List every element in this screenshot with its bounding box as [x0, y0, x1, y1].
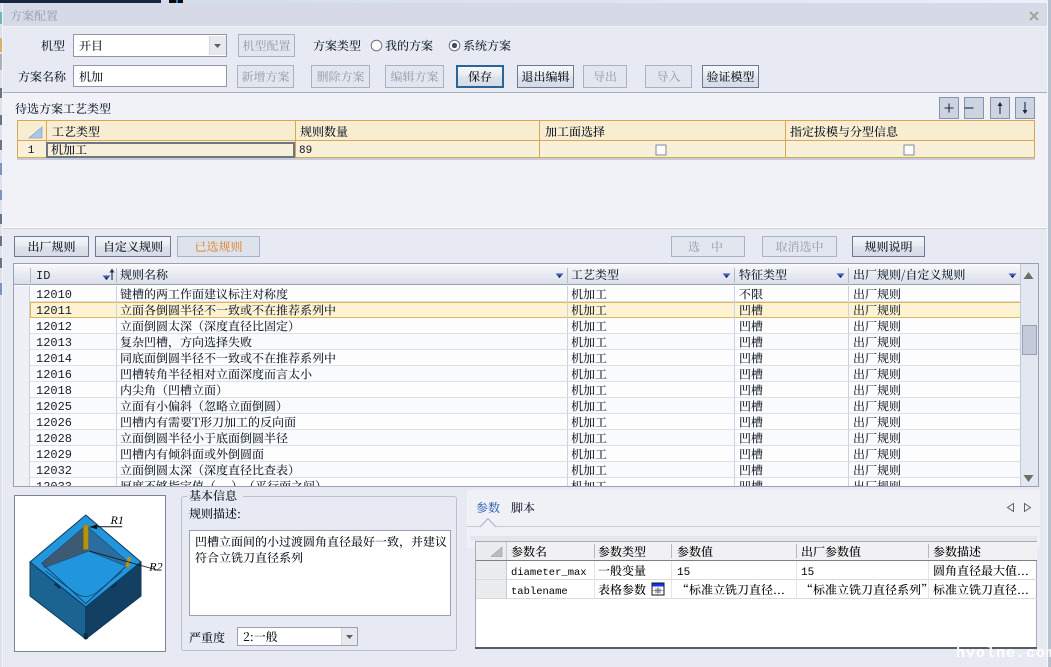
svg-text:12012: 12012 [36, 320, 72, 334]
svg-text:15: 15 [801, 567, 814, 579]
svg-text:12014: 12014 [36, 352, 72, 366]
svg-text:1: 1 [28, 145, 35, 157]
svg-text:89: 89 [299, 145, 312, 157]
svg-text:tablename: tablename [511, 586, 568, 598]
svg-text:R2: R2 [148, 559, 162, 573]
svg-text:12028: 12028 [36, 432, 72, 446]
svg-text:R1: R1 [110, 513, 124, 527]
svg-text:ID: ID [36, 269, 50, 283]
svg-text:12013: 12013 [36, 336, 72, 350]
svg-text:diameter_max: diameter_max [511, 567, 587, 579]
svg-text:12025: 12025 [36, 400, 72, 414]
svg-text:hvolne.com: hvolne.com [956, 645, 1051, 662]
svg-text:12026: 12026 [36, 416, 72, 430]
svg-text:12016: 12016 [36, 368, 72, 382]
svg-text:12033: 12033 [36, 480, 72, 494]
svg-text:12018: 12018 [36, 384, 72, 398]
svg-text:12032: 12032 [36, 464, 72, 478]
svg-text:15: 15 [677, 567, 690, 579]
svg-text:12029: 12029 [36, 448, 72, 462]
svg-text:12010: 12010 [36, 288, 72, 302]
svg-text:12011: 12011 [36, 304, 72, 318]
